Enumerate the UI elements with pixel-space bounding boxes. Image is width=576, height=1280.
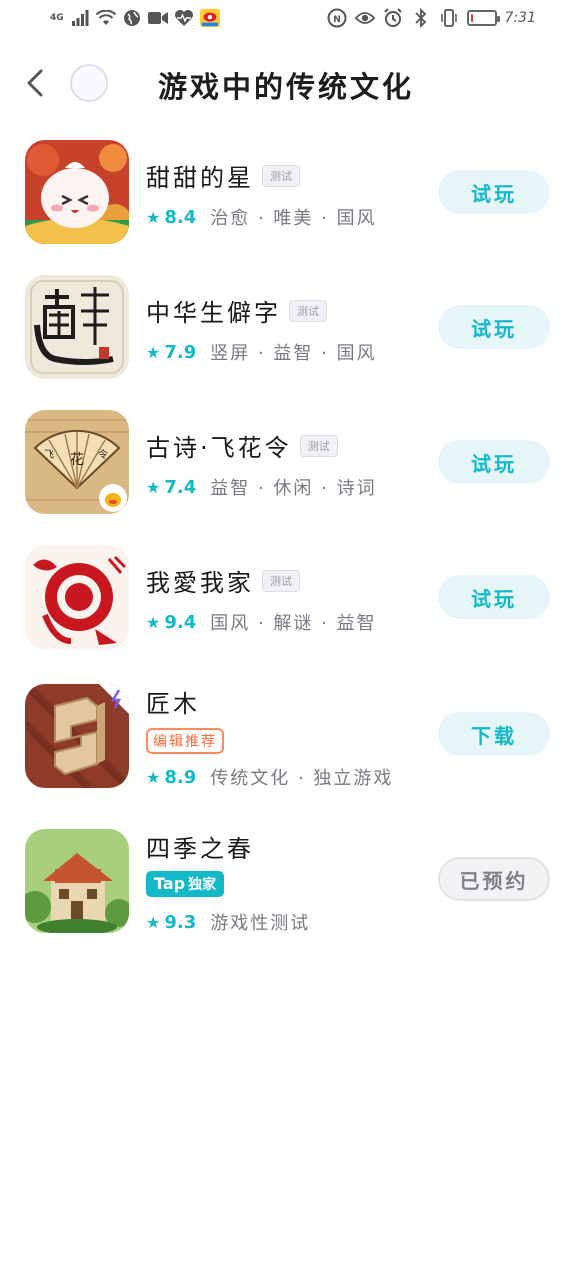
star-icon: ★: [146, 342, 161, 362]
rating-score: 8.9: [164, 766, 197, 788]
status-left: 4G: [50, 8, 220, 28]
star-icon: ★: [146, 207, 161, 227]
game-name: 古诗·飞花令: [146, 434, 292, 462]
game-name: 匠木: [146, 690, 200, 718]
try-play-button[interactable]: 试玩: [438, 440, 550, 484]
house-game-icon[interactable]: [25, 829, 129, 933]
dumpling-game-icon[interactable]: [25, 140, 129, 244]
paper-cut-game-icon[interactable]: [25, 545, 129, 649]
star-icon: ★: [146, 477, 161, 497]
health-heart-icon: [174, 8, 194, 28]
calligraphy-game-icon[interactable]: [25, 275, 129, 379]
list-item[interactable]: 我愛我家 测试 ★ 9.4 国风 · 解谜 · 益智 试玩: [0, 545, 576, 655]
test-badge: 测试: [262, 164, 300, 187]
fan-poetry-game-icon[interactable]: 花 飞 令: [25, 410, 129, 514]
genre-tags: 传统文化 · 独立游戏: [210, 768, 394, 789]
genre-tags: 益智 · 休闲 · 诗词: [210, 478, 377, 499]
editor-pick-badge: 编辑推荐: [146, 728, 224, 754]
globe-icon: [122, 8, 142, 28]
genre-tags: 游戏性测试: [210, 913, 311, 934]
game-name: 四季之春: [146, 835, 254, 863]
video-camera-icon: [147, 8, 168, 28]
rating-score: 9.4: [164, 611, 197, 633]
svg-text:花: 花: [70, 452, 84, 468]
vibrate-icon: [439, 8, 459, 28]
meta-row: ★ 8.9 传统文化 · 独立游戏: [146, 764, 393, 790]
list-item[interactable]: 甜甜的星 测试 ★ 8.4 治愈 · 唯美 · 国风 试玩: [0, 140, 576, 250]
game-name: 甜甜的星: [146, 164, 254, 192]
status-right: N 7:31: [327, 8, 536, 28]
try-play-button[interactable]: 试玩: [438, 305, 550, 349]
wood-joint-game-icon[interactable]: [25, 684, 129, 788]
battery-level-fill: [470, 14, 473, 22]
rating-score: 8.4: [164, 206, 197, 228]
try-play-button[interactable]: 试玩: [438, 170, 550, 214]
download-button[interactable]: 下载: [438, 712, 550, 756]
status-bar: 4G N 7:31: [0, 0, 576, 40]
svg-text:令: 令: [98, 448, 108, 461]
name-row: 甜甜的星 测试: [146, 158, 300, 193]
page-title: 游戏中的传统文化: [158, 70, 415, 104]
tap-label: Tap: [154, 874, 186, 893]
signal-icon: [70, 8, 90, 28]
weibo-app-icon: [199, 8, 220, 28]
test-badge: 测试: [299, 434, 338, 457]
clock-time: 7:31: [504, 10, 536, 26]
name-row: 中华生僻字 测试: [146, 293, 327, 328]
chevron-left-icon: [27, 69, 43, 97]
list-item[interactable]: 花 飞 令 古诗·飞花令 测试 ★ 7.4 益智 · 休闲 · 诗词 试玩: [0, 410, 576, 520]
genre-tags: 竖屏 · 益智 · 国风: [210, 343, 377, 364]
network-type: 4G: [50, 12, 64, 23]
page-header: 游戏中的传统文化: [0, 50, 576, 116]
genre-tags: 国风 · 解谜 · 益智: [210, 613, 377, 634]
svg-text:飞: 飞: [44, 450, 54, 461]
collection-avatar: [70, 64, 108, 102]
data-saver-icon: N: [327, 8, 347, 28]
test-badge: 测试: [289, 299, 327, 322]
back-button[interactable]: [20, 66, 50, 100]
name-row: 匠木: [146, 684, 200, 719]
meta-row: ★ 7.4 益智 · 休闲 · 诗词: [146, 474, 377, 500]
exclusive-label: 独家: [188, 877, 217, 893]
star-icon: ★: [146, 767, 161, 787]
meta-row: ★ 9.4 国风 · 解谜 · 益智: [146, 609, 377, 635]
eye-comfort-icon: [354, 8, 375, 28]
alarm-clock-icon: [383, 8, 403, 28]
list-item[interactable]: 中华生僻字 测试 ★ 7.9 竖屏 · 益智 · 国风 试玩: [0, 275, 576, 385]
rating-score: 9.3: [164, 911, 197, 933]
wifi-icon: [95, 8, 116, 28]
meta-row: ★ 8.4 治愈 · 唯美 · 国风: [146, 204, 377, 230]
rating-score: 7.4: [164, 476, 197, 498]
reserved-button[interactable]: 已预约: [438, 857, 550, 901]
rating-score: 7.9: [164, 341, 197, 363]
list-item[interactable]: 四季之春 Tap 独家 ★ 9.3 游戏性测试 已预约: [0, 829, 576, 939]
star-icon: ★: [146, 612, 161, 632]
svg-text:N: N: [333, 15, 341, 25]
tap-exclusive-badge: Tap 独家: [146, 871, 225, 897]
list-item[interactable]: 匠木 编辑推荐 ★ 8.9 传统文化 · 独立游戏 下载: [0, 684, 576, 794]
name-row: 古诗·飞花令 测试: [146, 428, 338, 463]
genre-tags: 治愈 · 唯美 · 国风: [210, 208, 377, 229]
game-name: 我愛我家: [146, 569, 254, 597]
try-play-button[interactable]: 试玩: [438, 575, 550, 619]
star-icon: ★: [146, 912, 161, 932]
game-name: 中华生僻字: [146, 299, 281, 327]
name-row: 四季之春: [146, 829, 254, 864]
meta-row: ★ 7.9 竖屏 · 益智 · 国风: [146, 339, 377, 365]
test-badge: 测试: [262, 569, 300, 592]
battery-icon: [466, 10, 500, 26]
meta-row: ★ 9.3 游戏性测试: [146, 909, 310, 935]
bluetooth-icon: [411, 8, 431, 28]
name-row: 我愛我家 测试: [146, 563, 300, 598]
